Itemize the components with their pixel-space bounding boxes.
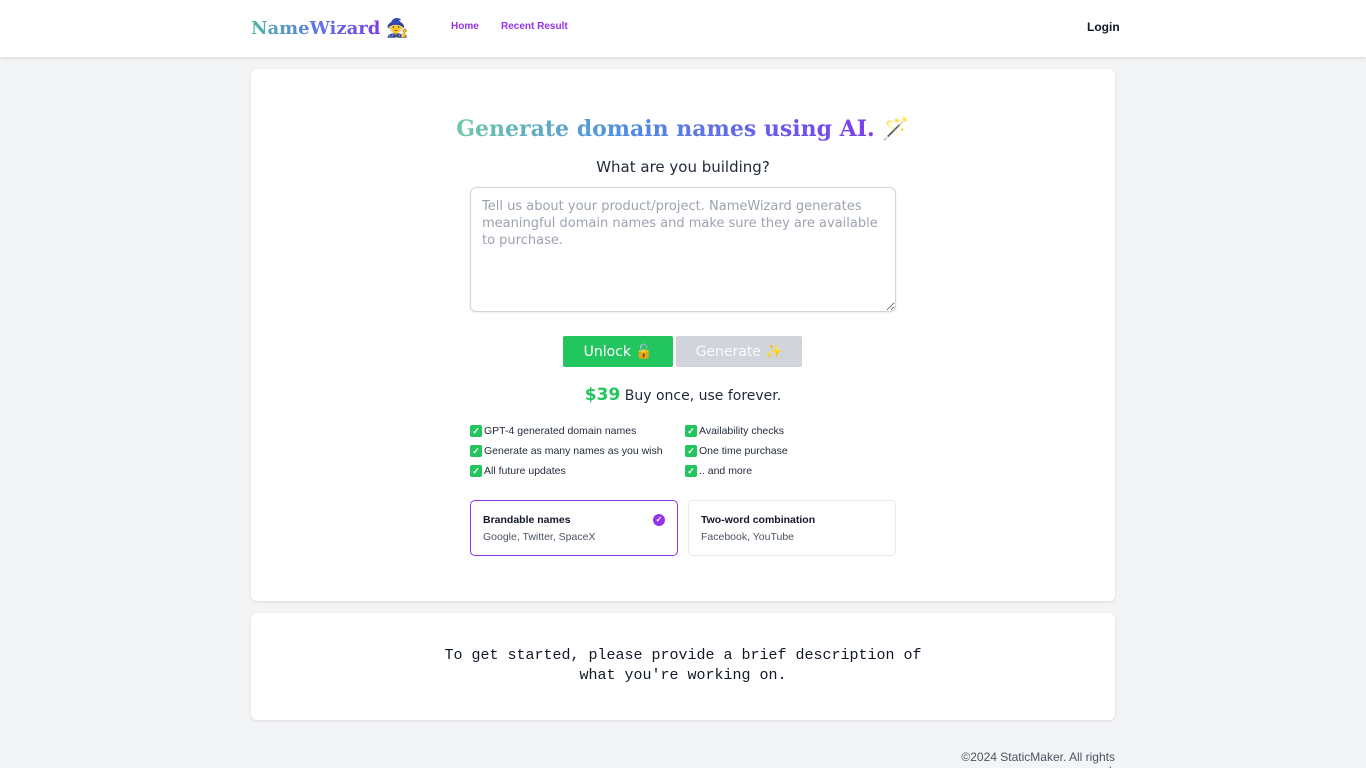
result-message-card: To get started, please provide a brief d… <box>251 613 1115 720</box>
check-icon: ✓ <box>470 424 482 437</box>
feature-text: Generate as many names as you wish <box>484 444 663 457</box>
check-icon: ✓ <box>685 444 697 457</box>
project-description-input[interactable] <box>470 187 896 312</box>
feature-text: One time purchase <box>699 444 788 457</box>
option-examples: Google, Twitter, SpaceX <box>483 531 596 543</box>
feature-text: GPT-4 generated domain names <box>484 424 637 437</box>
message-line: To get started, please provide a brief d… <box>444 647 922 664</box>
headline-text: Generate domain names using AI. <box>456 116 875 142</box>
feature-text: .. and more <box>699 464 753 477</box>
wizard-icon: 🧙 <box>386 17 409 39</box>
message-line: what you're working on. <box>579 667 787 684</box>
feature-text: Availability checks <box>699 424 785 437</box>
unlock-button-label: Unlock <box>583 343 631 360</box>
unlock-button[interactable]: Unlock 🔓 <box>563 336 673 367</box>
price-tagline: Buy once, use forever. <box>624 388 782 404</box>
feature-item: ✓ Generate as many names as you wish <box>470 443 685 458</box>
footer-copyright: ©2024 StaticMaker. All rights reserved. <box>961 750 1115 768</box>
prompt-question: What are you building? <box>596 158 770 176</box>
option-brandable-names[interactable]: Brandable names Google, Twitter, SpaceX … <box>470 500 678 556</box>
check-icon: ✓ <box>470 464 482 477</box>
feature-item: ✓ GPT-4 generated domain names <box>470 423 685 438</box>
check-icon: ✓ <box>470 444 482 457</box>
selected-check-icon: ✓ <box>653 514 665 526</box>
option-two-word-combination[interactable]: Two-word combination Facebook, YouTube <box>688 500 896 556</box>
option-examples: Facebook, YouTube <box>701 531 795 543</box>
page-headline: Generate domain names using AI. 🪄 <box>251 113 1115 145</box>
feature-list: ✓ GPT-4 generated domain names ✓ Availab… <box>470 423 896 478</box>
pricing-line: $39 Buy once, use forever. <box>251 384 1115 407</box>
unlock-icon: 🔓 <box>634 343 653 360</box>
top-navbar: NameWizard 🧙 Home Recent Result Login <box>0 0 1366 57</box>
generator-card: Generate domain names using AI. 🪄 What a… <box>251 69 1115 601</box>
option-title: Two-word combination <box>701 514 816 526</box>
nav-home-link[interactable]: Home <box>451 21 479 32</box>
feature-text: All future updates <box>484 464 566 477</box>
feature-item: ✓ Availability checks <box>685 423 896 438</box>
nav-recent-result-link[interactable]: Recent Result <box>501 21 568 32</box>
price-amount: $39 <box>584 385 621 405</box>
feature-item: ✓ All future updates <box>470 463 685 478</box>
generate-button-label: Generate <box>695 343 761 360</box>
brand-name: NameWizard <box>251 17 381 39</box>
login-link[interactable]: Login <box>1087 20 1120 34</box>
feature-item: ✓ One time purchase <box>685 443 896 458</box>
brand-logo[interactable]: NameWizard 🧙 <box>251 14 409 42</box>
empty-state-message: To get started, please provide a brief d… <box>251 646 1115 686</box>
option-title: Brandable names <box>483 514 571 526</box>
feature-item: ✓ .. and more <box>685 463 896 478</box>
check-icon: ✓ <box>685 424 697 437</box>
generate-button[interactable]: Generate ✨ <box>676 336 802 367</box>
sparkles-icon: ✨ <box>764 343 783 360</box>
check-icon: ✓ <box>685 464 697 477</box>
magic-wand-icon: 🪄 <box>882 116 910 142</box>
